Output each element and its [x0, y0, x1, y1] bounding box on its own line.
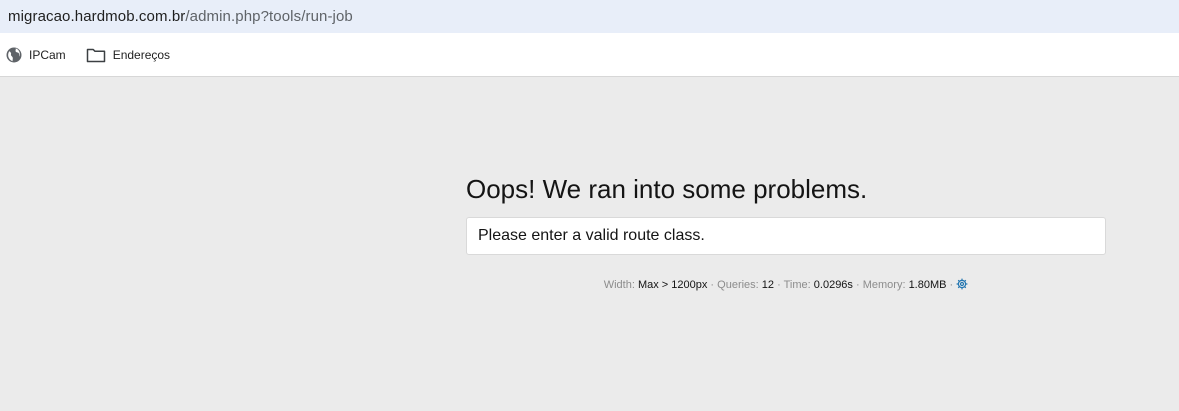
bookmark-ipcam[interactable]: IPCam	[4, 41, 74, 69]
error-title: Oops! We ran into some problems.	[466, 174, 868, 204]
width-value: Max > 1200px	[637, 279, 708, 291]
bookmark-label: Endereços	[112, 47, 171, 62]
page-content: Oops! We ran into some problems. Please …	[0, 78, 1179, 411]
url-path: /admin.php?tools/run-job	[185, 8, 353, 25]
url-text[interactable]: migracao.hardmob.com.br/admin.php?tools/…	[8, 8, 353, 25]
separator: ·	[774, 279, 784, 291]
folder-icon	[86, 48, 105, 62]
globe-icon	[6, 47, 22, 62]
bookmark-enderecos[interactable]: Endereços	[84, 41, 178, 69]
separator: ·	[946, 279, 957, 291]
debug-info: Width: Max > 1200px · Queries: 12 · Time…	[0, 278, 1179, 293]
bookmark-label: IPCam	[29, 47, 66, 62]
error-message-box: Please enter a valid route class.	[466, 217, 1106, 255]
width-label: Width:	[603, 279, 635, 291]
queries-label: Queries:	[717, 279, 759, 291]
memory-value: 1.80MB	[908, 279, 947, 291]
separator: ·	[707, 279, 718, 291]
time-value: 0.0296s	[813, 279, 853, 291]
bookmarks-bar: IPCam Endereços	[0, 33, 1179, 77]
url-host: migracao.hardmob.com.br	[8, 8, 186, 25]
error-message: Please enter a valid route class.	[478, 227, 705, 244]
address-bar[interactable]: migracao.hardmob.com.br/admin.php?tools/…	[0, 0, 1179, 33]
queries-value: 12	[761, 279, 775, 291]
separator: ·	[852, 279, 863, 291]
memory-label: Memory:	[862, 279, 906, 291]
gear-icon[interactable]	[956, 278, 968, 293]
time-label: Time:	[783, 279, 811, 291]
